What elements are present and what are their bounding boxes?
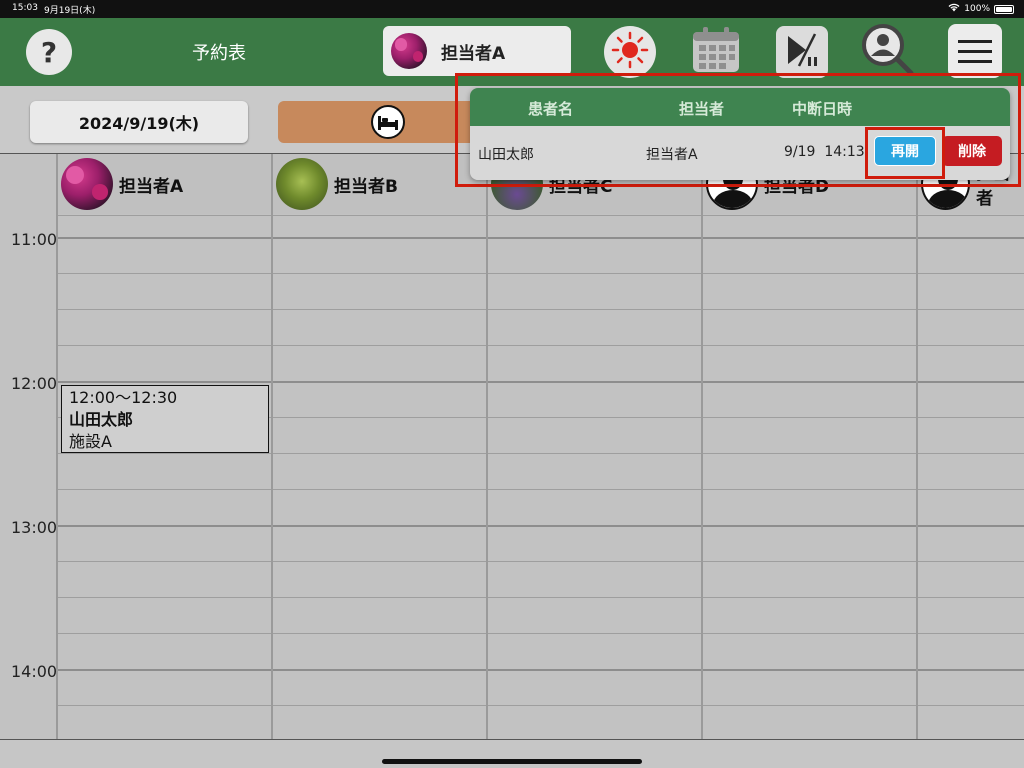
status-date: 9月19日(木) bbox=[44, 6, 96, 16]
row-staff: 担当者A bbox=[646, 147, 698, 163]
grid-column-line bbox=[486, 154, 488, 739]
calendar-button[interactable] bbox=[690, 26, 742, 78]
grid-line bbox=[57, 273, 1024, 274]
appointment-patient: 山田太郎 bbox=[69, 410, 134, 429]
status-time: 15:03 bbox=[12, 3, 38, 13]
grid-line bbox=[57, 345, 1024, 346]
appointment-facility: 施設A bbox=[69, 432, 112, 451]
time-label: 12:00 bbox=[11, 374, 58, 393]
column-header-label: 担当者B bbox=[334, 176, 398, 197]
grid-line bbox=[57, 453, 1024, 454]
grid-line bbox=[57, 633, 1024, 634]
appointment-block[interactable]: 12:00～12:30 山田太郎 施設A bbox=[61, 385, 269, 453]
menu-icon-bar bbox=[958, 39, 992, 43]
grid-line bbox=[57, 561, 1024, 562]
status-right: 100% bbox=[948, 3, 1014, 15]
wifi-icon bbox=[948, 3, 960, 15]
grid-line bbox=[57, 215, 1024, 216]
delete-button[interactable]: 削除 bbox=[942, 136, 1002, 166]
appointment-time: 12:00～12:30 bbox=[69, 388, 178, 407]
grid-line bbox=[57, 309, 1024, 310]
bottom-bar bbox=[0, 739, 1024, 768]
sun-button[interactable] bbox=[604, 26, 656, 78]
staff-avatar bbox=[391, 33, 427, 69]
grid-column-line bbox=[916, 154, 918, 739]
bed-icon bbox=[371, 105, 405, 139]
staff-selector[interactable]: 担当者A bbox=[383, 26, 571, 76]
grid-line bbox=[57, 525, 1024, 527]
date-button[interactable]: 2024/9/19(木) bbox=[30, 101, 248, 143]
popup-header: 患者名 担当者 中断日時 bbox=[470, 88, 1010, 126]
time-label: 14:00 bbox=[11, 662, 58, 681]
time-label: 11:00 bbox=[11, 230, 58, 249]
menu-button[interactable] bbox=[948, 24, 1002, 78]
row-paused-at: 9/19 14:13 bbox=[784, 144, 865, 160]
sun-icon bbox=[610, 30, 650, 74]
status-bar: 15:03 9月19日(木) 100% bbox=[0, 0, 1024, 18]
grid-line bbox=[57, 381, 1024, 383]
staff-selector-label: 担当者A bbox=[441, 43, 506, 64]
grid-line bbox=[57, 489, 1024, 490]
staff-a-avatar bbox=[61, 158, 113, 210]
row-patient-name: 山田太郎 bbox=[478, 147, 534, 163]
grid-column-line bbox=[271, 154, 273, 739]
paused-list-button[interactable] bbox=[776, 26, 828, 78]
battery-percent: 100% bbox=[964, 4, 990, 14]
pause-list-icon bbox=[782, 30, 822, 74]
header-patient-name: 患者名 bbox=[528, 100, 574, 118]
grid-line bbox=[57, 669, 1024, 671]
header-staff: 担当者 bbox=[679, 100, 725, 118]
home-indicator[interactable] bbox=[382, 759, 642, 764]
resume-highlight-frame bbox=[865, 127, 945, 179]
grid-line bbox=[57, 237, 1024, 239]
menu-icon-bar bbox=[958, 49, 992, 53]
help-button[interactable]: ? bbox=[26, 29, 72, 75]
grid-column-line bbox=[701, 154, 703, 739]
grid-line bbox=[57, 705, 1024, 706]
column-header[interactable]: 担当者A bbox=[58, 154, 272, 214]
grid-line bbox=[57, 597, 1024, 598]
staff-b-avatar bbox=[276, 158, 328, 210]
schedule-grid: 担当者A 担当者B 担当者C 担当者D 担当者 11:00 12:00 13:0… bbox=[0, 153, 1024, 739]
user-search-button[interactable] bbox=[862, 24, 914, 78]
battery-icon bbox=[994, 4, 1014, 14]
time-label: 13:00 bbox=[11, 518, 58, 537]
menu-icon-bar bbox=[958, 59, 992, 63]
calendar-icon bbox=[690, 24, 742, 80]
header-paused-at: 中断日時 bbox=[792, 100, 853, 118]
page-title: 予約表 bbox=[192, 43, 246, 64]
column-header-label: 担当者A bbox=[119, 176, 184, 197]
